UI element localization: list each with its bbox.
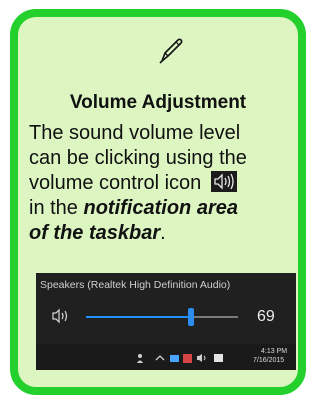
body-line-5: of the taskbar. [29,221,297,246]
mixer-speaker-icon[interactable] [52,308,72,324]
body-line-3-text: volume control icon [29,172,202,194]
chevron-up-icon [155,355,165,361]
volume-slider-thumb[interactable] [187,308,194,326]
taskbar-text: of the taskbar [29,222,161,244]
body-line-3: volume control icon [29,171,297,196]
network-icon [170,355,179,362]
card-heading: Volume Adjustment [69,92,247,113]
card-body-text: The sound volume level can be clicking u… [29,121,297,246]
people-icon [137,354,143,363]
body-line-4-text: in the [29,197,78,219]
pen-icon [159,38,183,64]
volume-slider-fill [86,316,191,318]
tray-time: 4:13 PM [261,348,288,355]
volume-value: 69 [257,308,275,325]
tray-date: 7/16/2015 [253,357,285,364]
speaker-icon [210,171,237,192]
body-line-4: in the notification area [29,196,297,221]
body-line-1: The sound volume level [29,122,241,144]
tray-icons[interactable] [136,351,256,365]
body-line-2: can be clicking using the [29,147,247,169]
device-label: Speakers (Realtek High Definition Audio) [40,279,231,291]
volume-mixer-screenshot: Speakers (Realtek High Definition Audio)… [36,273,296,370]
action-center-icon [183,354,192,363]
tray-speaker-icon [197,354,206,362]
message-icon [214,354,223,362]
volume-slider-track[interactable] [86,308,238,326]
notification-area-text: notification area [83,197,238,219]
body-end-period: . [160,222,166,244]
taskbar: 4:13 PM 7/16/2015 [36,344,296,370]
